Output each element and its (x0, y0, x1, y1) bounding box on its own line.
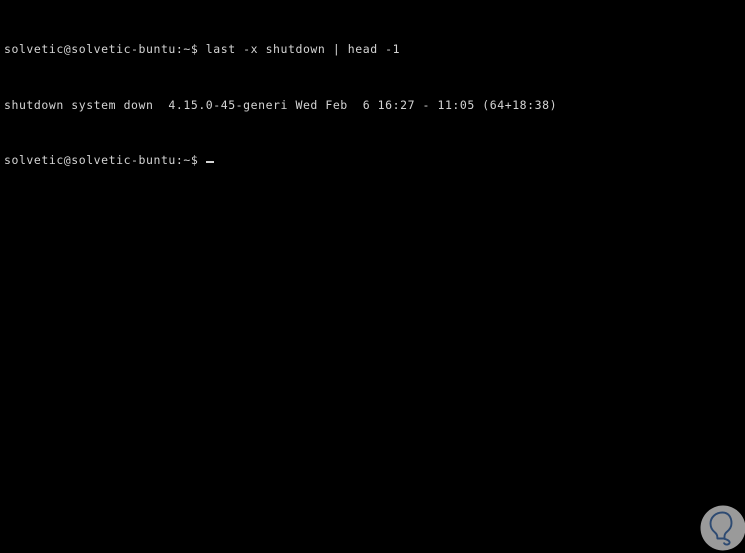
shell-prompt: solvetic@solvetic-buntu:~$ (4, 42, 206, 57)
command-text: last -x shutdown | head -1 (205, 42, 401, 57)
output-text: shutdown system down 4.15.0-45-generi We… (4, 97, 558, 112)
terminal-line-output: shutdown system down 4.15.0-45-generi We… (4, 97, 745, 113)
terminal-line-prompt: solvetic@solvetic-buntu:~$ (4, 152, 745, 168)
terminal-line-command: solvetic@solvetic-buntu:~$ last -x shutd… (4, 42, 745, 57)
text-cursor (205, 160, 214, 163)
terminal-output-area[interactable]: solvetic@solvetic-buntu:~$ last -x shutd… (0, 0, 745, 553)
shell-prompt: solvetic@solvetic-buntu:~$ (4, 152, 206, 167)
terminal-screen: solvetic@solvetic-buntu:~$ last -x shutd… (0, 0, 745, 553)
